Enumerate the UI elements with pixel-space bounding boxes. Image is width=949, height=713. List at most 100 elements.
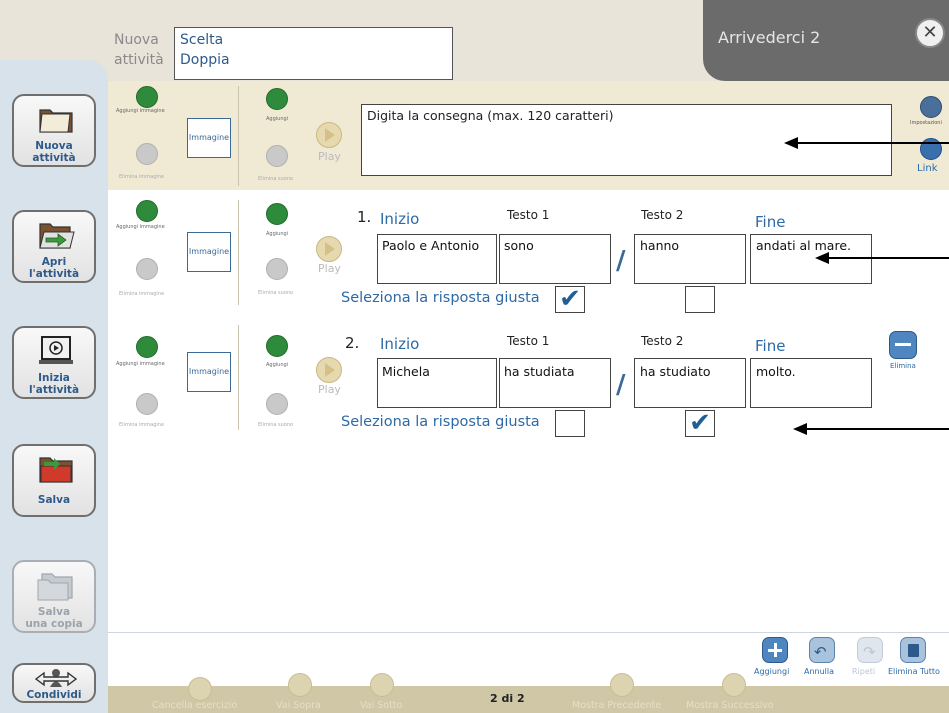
play-button[interactable] xyxy=(316,236,342,262)
sidebar-item-save-copy[interactable]: Salva una copia xyxy=(12,560,96,633)
add-sound-icon[interactable] xyxy=(266,88,288,110)
sidebar-item-start-activity[interactable]: Inizia l'attività xyxy=(12,326,96,399)
delete-all-button[interactable] xyxy=(900,637,926,663)
delete-image-label: Elimina immagine xyxy=(119,291,165,297)
sidebar-item-save[interactable]: Salva xyxy=(12,444,96,517)
settings-label: Impostazioni xyxy=(910,120,942,126)
text2-correct-checkbox[interactable] xyxy=(685,286,715,313)
delete-image-icon[interactable] xyxy=(136,258,158,280)
clear-exercise-icon[interactable] xyxy=(188,677,212,701)
delete-sound-label: Elimina suono xyxy=(258,290,294,296)
play-button[interactable] xyxy=(316,357,342,383)
add-image-icon[interactable] xyxy=(136,200,158,222)
delete-image-icon[interactable] xyxy=(136,143,158,165)
undo-label: Annulla xyxy=(804,667,835,676)
text1-value: ha studiata xyxy=(504,364,575,379)
delete-image-icon[interactable] xyxy=(136,393,158,415)
sidebar-item-open-activity[interactable]: Apri l'attività xyxy=(12,210,96,283)
redo-button[interactable]: ↷ xyxy=(857,637,883,663)
go-up-label: Vai Sopra xyxy=(276,700,321,711)
add-label: Aggiungi xyxy=(754,667,790,676)
open-folder-icon xyxy=(39,223,75,249)
checkmark-icon: ✔ xyxy=(689,408,711,438)
delete-sound-label: Elimina suono xyxy=(258,422,294,428)
column-start-header: Inizio xyxy=(380,210,420,228)
clear-exercise-label: Cancella esercizio xyxy=(152,700,238,711)
add-sound-label: Aggiungi xyxy=(266,116,289,122)
divider xyxy=(238,86,239,186)
start-value: Michela xyxy=(382,364,430,379)
add-image-label: Aggiungi immagine xyxy=(116,108,165,114)
text2-value: hanno xyxy=(640,238,680,253)
bottom-divider xyxy=(108,632,949,633)
previous-icon[interactable] xyxy=(610,673,634,697)
plus-icon-stem xyxy=(774,643,777,657)
save-folder-icon xyxy=(39,457,73,483)
delete-all-label: Elimina Tutto xyxy=(888,667,940,676)
checkmark-icon: ✔ xyxy=(559,284,581,314)
delete-row-button[interactable] xyxy=(889,331,917,359)
pointer-arrow xyxy=(796,142,949,144)
save-copy-icon xyxy=(37,573,73,601)
pointer-arrow xyxy=(828,257,949,259)
go-down-icon[interactable] xyxy=(370,673,394,697)
column-end-header: Fine xyxy=(755,337,786,355)
separator-slash: / xyxy=(616,246,626,276)
close-button[interactable]: ✕ xyxy=(915,18,945,48)
end-value: andati al mare. xyxy=(756,238,851,253)
play-label: Play xyxy=(318,383,341,396)
go-up-icon[interactable] xyxy=(288,673,312,697)
add-image-icon[interactable] xyxy=(136,336,158,358)
delete-image-label: Elimina immagine xyxy=(119,422,165,428)
sidebar-item-label: Nuova attività xyxy=(32,140,76,164)
trash-icon xyxy=(908,644,919,657)
image-slot[interactable]: Immagine xyxy=(187,232,231,272)
play-button[interactable] xyxy=(316,122,342,148)
column-text2-header: Testo 2 xyxy=(641,334,684,348)
divider xyxy=(238,200,239,305)
delete-sound-icon[interactable] xyxy=(266,145,288,167)
sidebar: Nuova attività Apri l'attività Inizia l'… xyxy=(0,60,108,713)
sidebar-item-label: Salva una copia xyxy=(25,606,83,630)
pointer-arrowhead xyxy=(784,137,798,149)
pointer-arrow xyxy=(806,428,949,430)
delete-sound-label: Elimina suono xyxy=(258,176,294,182)
go-down-label: Vai Sotto xyxy=(360,700,403,711)
play-label: Play xyxy=(318,262,341,275)
undo-button[interactable]: ↶ xyxy=(809,637,835,663)
add-button[interactable] xyxy=(762,637,788,663)
text2-value: ha studiato xyxy=(640,364,711,379)
divider xyxy=(238,325,239,430)
add-sound-label: Aggiungi xyxy=(266,231,289,237)
page-indicator: 2 di 2 xyxy=(490,692,525,705)
delete-image-label: Elimina immagine xyxy=(119,174,165,180)
column-start-header: Inizio xyxy=(380,335,420,353)
add-sound-icon[interactable] xyxy=(266,203,288,225)
play-screen-icon xyxy=(39,336,73,364)
next-icon[interactable] xyxy=(722,673,746,697)
image-slot[interactable]: Immagine xyxy=(187,352,231,392)
column-text1-header: Testo 1 xyxy=(507,334,550,348)
image-slot[interactable]: Immagine xyxy=(187,118,231,158)
delete-sound-icon[interactable] xyxy=(266,258,288,280)
text1-correct-checkbox[interactable]: ✔ xyxy=(555,286,585,313)
folder-icon xyxy=(39,109,73,133)
column-text2-header: Testo 2 xyxy=(641,208,684,222)
delete-sound-icon[interactable] xyxy=(266,393,288,415)
settings-icon[interactable] xyxy=(920,96,942,118)
sidebar-item-label: Inizia l'attività xyxy=(28,372,80,396)
pointer-arrowhead xyxy=(815,252,829,264)
pointer-arrowhead xyxy=(793,423,807,435)
sidebar-item-share[interactable]: Condividi xyxy=(12,663,96,703)
sidebar-item-new-activity[interactable]: Nuova attività xyxy=(12,94,96,167)
text1-correct-checkbox[interactable] xyxy=(555,410,585,437)
share-icon xyxy=(34,669,78,687)
add-image-icon[interactable] xyxy=(136,86,158,108)
select-correct-label: Seleziona la risposta giusta xyxy=(341,414,540,430)
add-sound-icon[interactable] xyxy=(266,335,288,357)
end-value: molto. xyxy=(756,364,796,379)
text2-correct-checkbox[interactable]: ✔ xyxy=(685,410,715,437)
new-activity-caption: Nuova attività xyxy=(114,32,164,68)
sidebar-item-label: Salva xyxy=(37,494,71,506)
separator-slash: / xyxy=(616,370,626,400)
